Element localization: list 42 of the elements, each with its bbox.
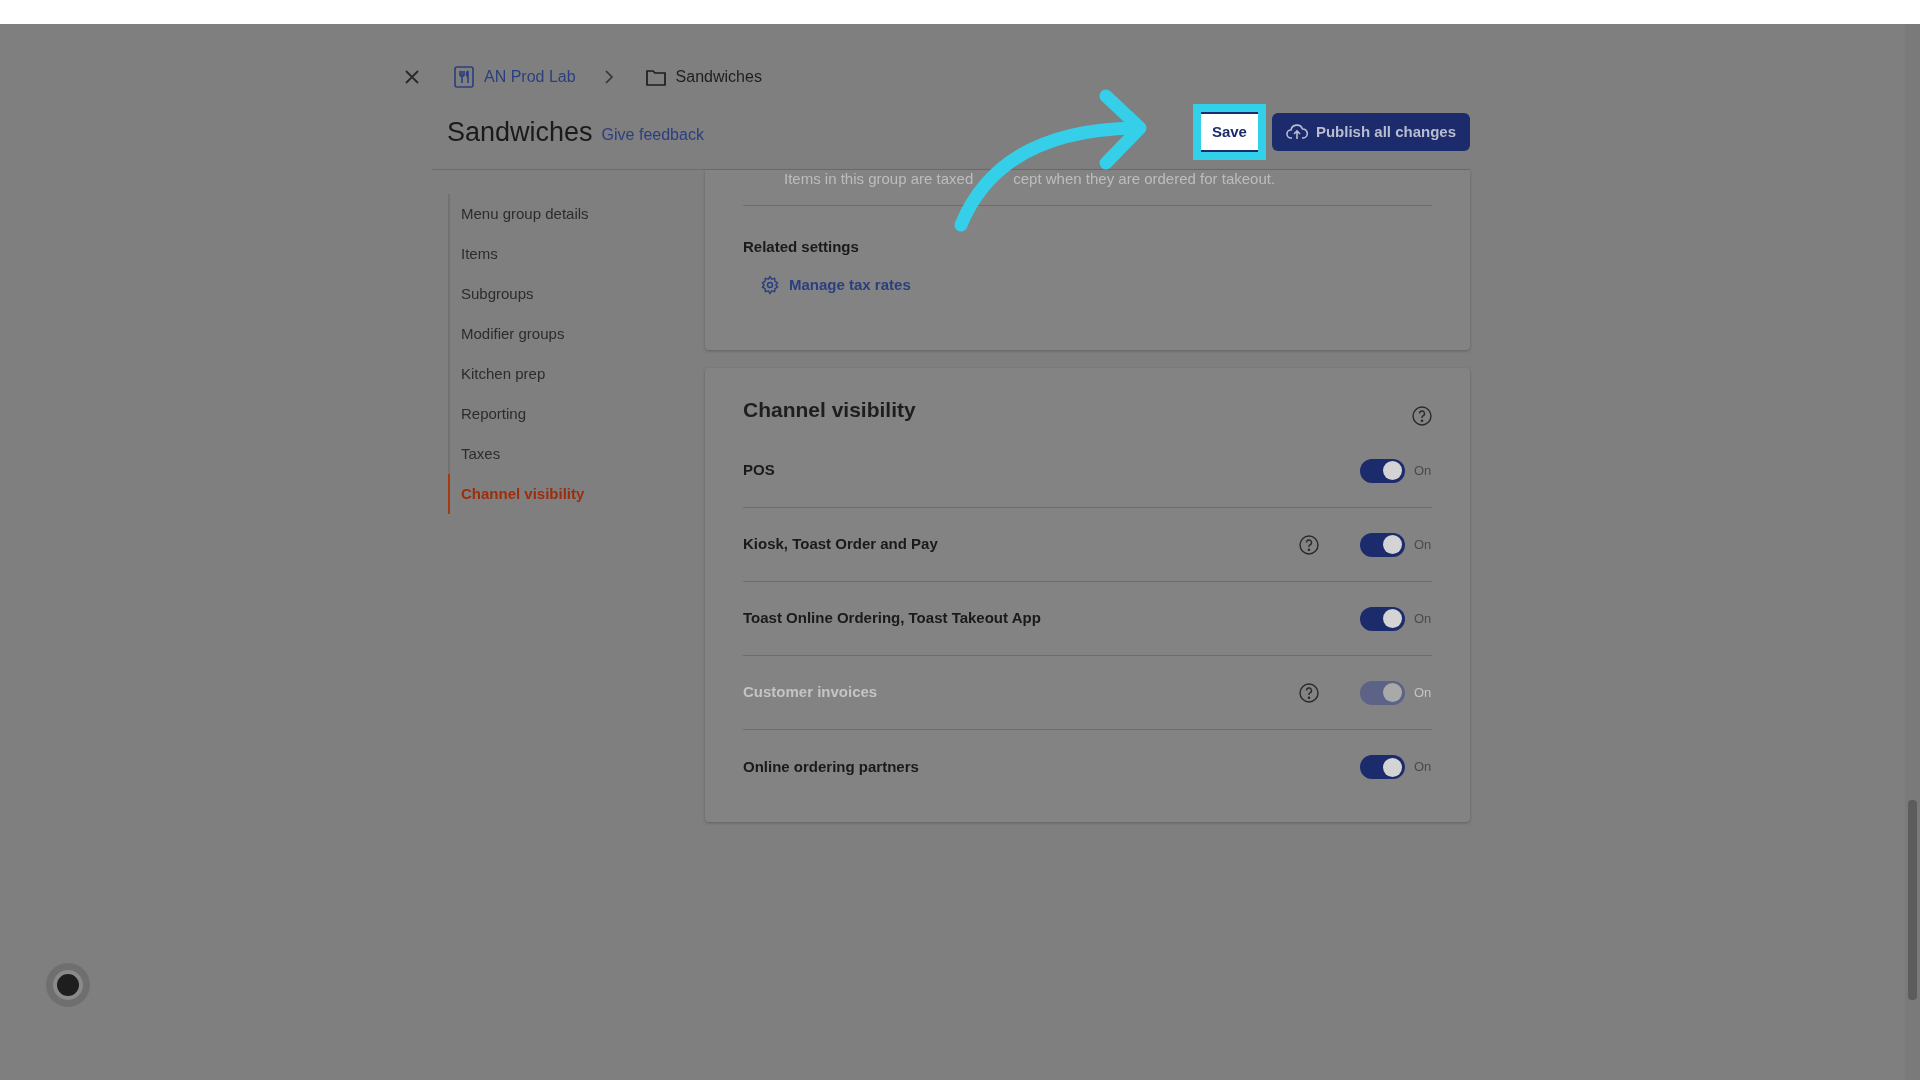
channel-label: Kiosk, Toast Order and Pay xyxy=(743,534,939,555)
sidebar-item[interactable]: Kitchen prep xyxy=(448,354,705,394)
tax-note: Items in this group are taxed xyxy=(784,169,974,189)
close-icon[interactable] xyxy=(404,69,420,85)
tax-note: cept when they are ordered for takeout. xyxy=(1013,169,1276,189)
toggle-state: On xyxy=(1414,683,1432,702)
publish-button[interactable]: Publish all changes xyxy=(1271,113,1470,151)
toggle-state: On xyxy=(1414,758,1432,777)
feedback-link[interactable]: Give feedback xyxy=(601,123,704,147)
assistant-bubble-icon[interactable] xyxy=(46,963,90,1007)
manage-tax-link[interactable]: Manage tax rates xyxy=(760,274,911,297)
toggle-switch[interactable] xyxy=(1360,755,1405,779)
gear-icon xyxy=(760,275,780,296)
sidebar-item[interactable]: Taxes xyxy=(448,434,705,474)
section-heading: Related settings xyxy=(743,236,860,257)
sidebar-item[interactable]: Menu group details xyxy=(448,194,705,234)
toggle-state: On xyxy=(1414,461,1432,480)
folder-icon xyxy=(645,68,666,86)
help-icon[interactable] xyxy=(1299,534,1319,555)
toggle-switch[interactable] xyxy=(1360,458,1405,483)
channel-label: Online ordering partners xyxy=(743,756,920,777)
scrollbar-thumb[interactable] xyxy=(1908,800,1917,1000)
page-title: Sandwiches xyxy=(447,115,593,149)
sidebar-item[interactable]: Items xyxy=(448,234,705,274)
chevron-right-icon xyxy=(603,70,614,84)
sidebar-item[interactable]: Reporting xyxy=(448,394,705,434)
toggle-switch[interactable] xyxy=(1360,532,1405,557)
sidebar-item[interactable]: Subgroups xyxy=(448,274,705,314)
toggle-state: On xyxy=(1414,609,1432,628)
cloud-upload-icon xyxy=(1285,123,1308,141)
card-title: Channel visibility xyxy=(743,397,916,424)
channel-label: POS xyxy=(743,460,776,481)
toggle-state: On xyxy=(1414,535,1432,554)
breadcrumb-current: Sandwiches xyxy=(675,67,762,87)
utensils-icon xyxy=(454,66,474,88)
sidebar-item[interactable]: Modifier groups xyxy=(448,314,705,354)
breadcrumb-link[interactable]: AN Prod Lab xyxy=(484,65,576,89)
toggle-switch[interactable] xyxy=(1360,606,1405,631)
help-icon[interactable] xyxy=(1412,406,1432,426)
save-button[interactable]: Save xyxy=(1200,112,1258,152)
channel-label: Toast Online Ordering, Toast Takeout App xyxy=(743,608,1042,629)
channel-label: Customer invoices xyxy=(743,682,879,703)
